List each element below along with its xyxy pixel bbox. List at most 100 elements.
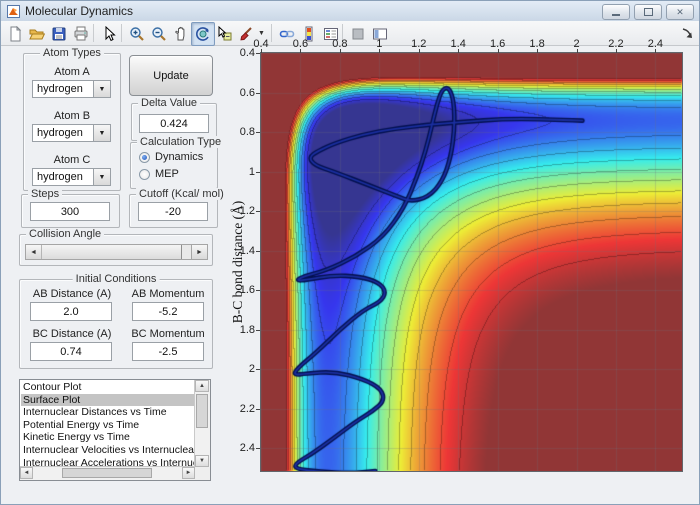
- bc-momentum-label: BC Momentum: [131, 328, 205, 340]
- calculation-type-panel: Calculation Type Dynamics MEP: [130, 136, 225, 189]
- y-tick-mark: [256, 369, 260, 371]
- list-item[interactable]: Internuclear Velocities vs Internuclear …: [21, 444, 194, 457]
- y-tick-label: 2.2: [239, 402, 255, 415]
- y-tick-mark: [256, 53, 260, 54]
- y-tick-mark: [256, 408, 260, 410]
- bc-distance-label: BC Distance (A): [32, 328, 112, 340]
- data-cursor-icon[interactable]: [213, 22, 237, 46]
- collision-angle-slider[interactable]: ◄ ►: [25, 244, 208, 260]
- y-tick-label: 1.4: [239, 244, 255, 257]
- rotate-3d-icon[interactable]: [191, 22, 215, 46]
- steps-panel: Steps 300: [21, 188, 120, 228]
- open-folder-icon[interactable]: [25, 22, 49, 46]
- pointer-icon[interactable]: [97, 22, 121, 46]
- bc-distance-field[interactable]: 0.74: [30, 342, 112, 361]
- atom-c-value: hydrogen: [37, 171, 83, 183]
- y-tick-mark: [256, 448, 260, 450]
- chevron-down-icon[interactable]: ▼: [93, 169, 110, 185]
- plot-type-list: Contour Plot Surface Plot Internuclear Dis…: [21, 381, 194, 466]
- zoom-out-icon[interactable]: [147, 22, 171, 46]
- steps-field[interactable]: 300: [30, 202, 110, 221]
- atom-c-dropdown[interactable]: hydrogen ▼: [32, 168, 111, 186]
- zoom-in-icon[interactable]: [125, 22, 149, 46]
- plot-type-listbox[interactable]: Contour Plot Surface Plot Internuclear Dis…: [19, 379, 211, 481]
- slider-left-arrow[interactable]: ◄: [26, 245, 42, 259]
- minimize-icon: [612, 13, 620, 16]
- collision-angle-title: Collision Angle: [26, 228, 105, 240]
- y-tick-mark: [256, 211, 260, 213]
- mep-radio-label: MEP: [155, 168, 179, 180]
- atom-a-dropdown[interactable]: hydrogen ▼: [32, 80, 111, 98]
- y-tick-label: 1: [248, 165, 255, 178]
- title-bar[interactable]: Molecular Dynamics ✕: [1, 1, 699, 22]
- list-item[interactable]: Contour Plot: [21, 381, 194, 394]
- atom-b-dropdown[interactable]: hydrogen ▼: [32, 124, 111, 142]
- ab-momentum-field[interactable]: -5.2: [132, 302, 204, 321]
- window-title: Molecular Dynamics: [25, 4, 134, 18]
- delta-value-field[interactable]: 0.424: [139, 114, 209, 133]
- x-tick-mark: [576, 49, 578, 53]
- hscroll-thumb[interactable]: [62, 468, 152, 478]
- scroll-right-icon[interactable]: ►: [182, 467, 195, 479]
- scroll-left-icon[interactable]: ◄: [20, 467, 33, 479]
- y-tick-label: 0.6: [239, 86, 255, 99]
- save-icon[interactable]: [47, 22, 71, 46]
- y-tick-label: 2: [248, 363, 255, 376]
- maximize-icon: [643, 8, 653, 16]
- print-icon[interactable]: [69, 22, 93, 46]
- chevron-down-icon[interactable]: ▼: [93, 81, 110, 97]
- list-item[interactable]: Potential Energy vs Time: [21, 419, 194, 432]
- pan-icon[interactable]: [169, 22, 193, 46]
- scrollbar-corner: [195, 467, 210, 480]
- y-tick-label: 2.4: [239, 442, 255, 455]
- listbox-vertical-scrollbar[interactable]: ▲ ▼: [194, 380, 210, 467]
- y-tick-mark: [256, 329, 260, 331]
- y-tick-mark: [256, 171, 260, 173]
- new-document-icon[interactable]: [3, 22, 27, 46]
- dynamics-radio[interactable]: Dynamics: [139, 151, 203, 163]
- list-item[interactable]: Kinetic Energy vs Time: [21, 431, 194, 444]
- mep-radio[interactable]: MEP: [139, 168, 179, 180]
- listbox-horizontal-scrollbar[interactable]: ◄ ►: [20, 466, 195, 480]
- y-tick-label: 1.6: [239, 284, 255, 297]
- minimize-button[interactable]: [602, 4, 630, 20]
- update-button[interactable]: Update: [129, 55, 213, 96]
- y-tick-mark: [256, 250, 260, 252]
- close-button[interactable]: ✕: [666, 4, 694, 20]
- calculation-type-title: Calculation Type: [137, 136, 225, 148]
- y-axis-label: B-C bond distance (Å): [230, 200, 245, 324]
- matlab-membrane-icon: [9, 7, 18, 15]
- slider-right-arrow[interactable]: ►: [191, 245, 207, 259]
- brush-dropdown-caret[interactable]: ▼: [258, 30, 265, 37]
- radio-icon[interactable]: [139, 168, 150, 180]
- vscroll-thumb[interactable]: [196, 394, 208, 428]
- y-tick-mark: [256, 132, 260, 134]
- list-item[interactable]: Internuclear Distances vs Time: [21, 406, 194, 419]
- x-tick-mark: [537, 49, 539, 53]
- x-tick-mark: [339, 49, 341, 53]
- steps-title: Steps: [28, 188, 63, 200]
- delta-value-title: Delta Value: [138, 97, 201, 109]
- ab-momentum-label: AB Momentum: [131, 288, 205, 300]
- potential-energy-surface-plot[interactable]: [260, 52, 683, 472]
- dock-figure-arrow-icon[interactable]: [682, 26, 693, 44]
- scroll-up-icon[interactable]: ▲: [195, 380, 209, 392]
- slider-thumb[interactable]: [41, 245, 182, 259]
- cutoff-field[interactable]: -20: [138, 202, 208, 221]
- initial-conditions-title: Initial Conditions: [72, 273, 160, 285]
- ab-distance-label: AB Distance (A): [32, 288, 112, 300]
- chevron-down-icon[interactable]: ▼: [93, 125, 110, 141]
- y-tick-label: 0.4: [239, 47, 255, 59]
- scroll-down-icon[interactable]: ▼: [195, 455, 209, 467]
- initial-conditions-panel: Initial Conditions AB Distance (A) AB Mo…: [19, 273, 213, 369]
- ab-distance-field[interactable]: 2.0: [30, 302, 112, 321]
- figure-canvas-area: Atom Types Atom A hydrogen ▼ Atom B hydr…: [1, 38, 699, 504]
- list-item[interactable]: Surface Plot: [21, 393, 194, 407]
- list-item[interactable]: Internuclear Accelerations vs Internucle…: [21, 457, 194, 466]
- bc-momentum-field[interactable]: -2.5: [132, 342, 204, 361]
- cutoff-title: Cutoff (Kcal/ mol): [136, 188, 227, 200]
- figure-window: Molecular Dynamics ✕ ▼ Atom Types Atom A…: [0, 0, 700, 505]
- radio-icon[interactable]: [139, 151, 150, 163]
- maximize-button[interactable]: [634, 4, 662, 20]
- y-tick-mark: [256, 290, 260, 292]
